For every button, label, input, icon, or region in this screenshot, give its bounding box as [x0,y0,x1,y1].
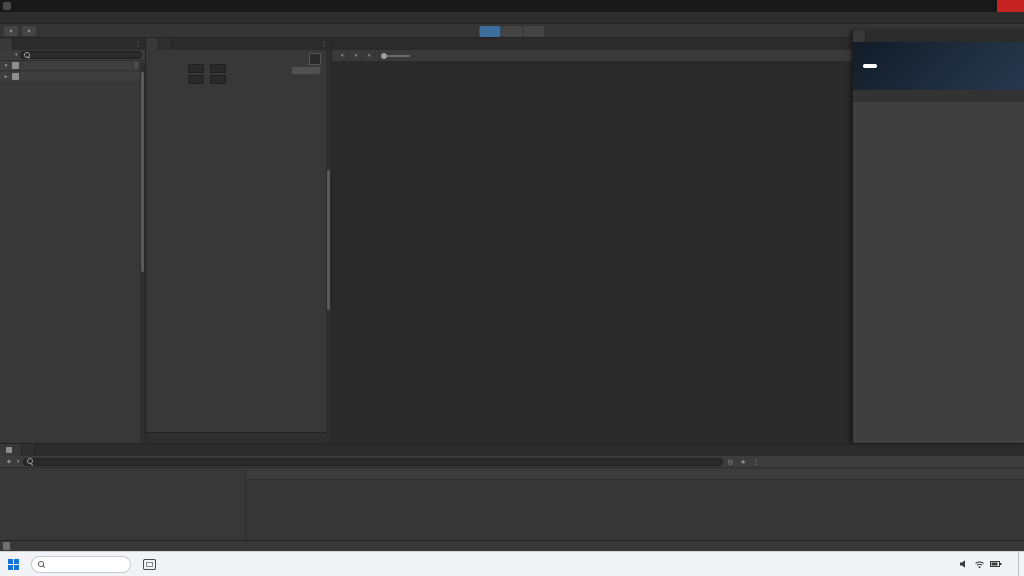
close-button[interactable] [997,0,1024,12]
tab-vrchat-sdk[interactable] [853,30,866,42]
minimize-button[interactable] [951,0,974,12]
unity-app-icon [3,2,11,10]
display-dropdown[interactable]: ▾ [349,49,363,62]
material-footer [146,432,331,443]
offset-x-field[interactable] [188,75,204,84]
window-titlebar [0,0,1024,12]
tab-occlusion[interactable] [159,38,172,50]
tab-inspector[interactable] [146,38,159,50]
scale-slider[interactable] [376,50,416,62]
search-by-type-icon[interactable]: ◎ [726,458,736,466]
tab-console[interactable] [22,444,35,456]
desktop: ▾ ▾ ⋮ ▾ ▾ ⋮ ▸ ⋮ ▾ ▾ ▾ + ▾ ◎ ★ ⋮ [0,0,1024,576]
taskbar-search[interactable] [31,555,131,573]
taskbar [0,551,1024,576]
play-button[interactable] [479,26,501,37]
show-desktop-button[interactable] [1018,551,1022,576]
create-dropdown-icon[interactable]: ▾ [15,52,18,58]
project-search-input[interactable] [22,457,723,466]
start-button[interactable] [0,552,31,576]
speaker-icon[interactable] [959,559,969,569]
task-view-icon[interactable] [143,558,156,570]
vrchat-sdk-window [852,30,1024,443]
network-icon[interactable] [974,559,985,569]
tiling-y-field[interactable] [210,64,226,73]
hierarchy-search-input[interactable] [19,51,142,59]
hierarchy-scrollbar[interactable] [140,62,145,443]
menu-bar [0,12,1024,24]
windows-logo-icon [8,558,19,570]
vrchat-logo-badge [863,64,877,68]
search-icon [23,51,31,59]
hidden-packages-icon[interactable]: ⋮ [751,458,762,466]
tab-hierarchy[interactable] [0,38,13,50]
scale-slider-track[interactable] [380,52,410,59]
project-folder-tree [0,469,246,540]
asset-grid [246,480,1024,483]
panel-menu-icon[interactable]: ⋮ [135,41,145,48]
offset-y-field[interactable] [210,75,226,84]
scale-slider-knob[interactable] [380,52,387,59]
hierarchy-panel: ⋮ ▾ ▾ ⋮ ▸ [0,38,146,443]
game-menu-dropdown[interactable]: ▾ [335,49,349,62]
console-message-icon [3,542,10,550]
create-asset-button[interactable]: + [4,457,14,466]
status-bar [0,540,1024,551]
expand-arrow-icon[interactable]: ▸ [2,74,10,80]
search-icon [38,560,45,568]
scene-icon [12,73,19,80]
vrchat-logo [853,42,1024,90]
breadcrumb [246,469,1024,480]
tab-project[interactable] [0,444,22,456]
maximize-button[interactable] [974,0,997,12]
account-icon[interactable]: ▾ [4,26,18,36]
scene-header[interactable]: ▾ ⋮ [0,61,145,71]
vrchat-sdk-tabs [853,90,1024,102]
scene-icon [12,62,19,69]
favorites-icon[interactable]: ★ [738,458,748,466]
panel-menu-icon[interactable]: ⋮ [321,41,331,48]
tiling-x-field[interactable] [188,64,204,73]
project-tab-icon [6,447,12,453]
cloud-services-icon[interactable]: ▾ [22,26,36,36]
texture-slot-block [146,50,331,86]
pause-button[interactable] [501,26,523,37]
inspector-panel: ⋮ [146,38,332,443]
aspect-dropdown[interactable]: ▾ [362,49,376,62]
project-panel: + ▾ ◎ ★ ⋮ [0,443,1024,540]
texture-thumbnail[interactable] [309,53,321,65]
inspector-scrollbar[interactable] [326,50,331,443]
system-tray [944,551,1024,576]
texture-select-button[interactable] [291,66,321,75]
dontdestroy-header[interactable]: ▸ [0,72,145,82]
search-icon [26,458,34,465]
step-button[interactable] [523,26,545,37]
create-asset-dropdown-icon[interactable]: ▾ [17,459,20,465]
battery-icon[interactable] [990,560,1002,568]
collapse-arrow-icon[interactable]: ▾ [2,63,10,69]
